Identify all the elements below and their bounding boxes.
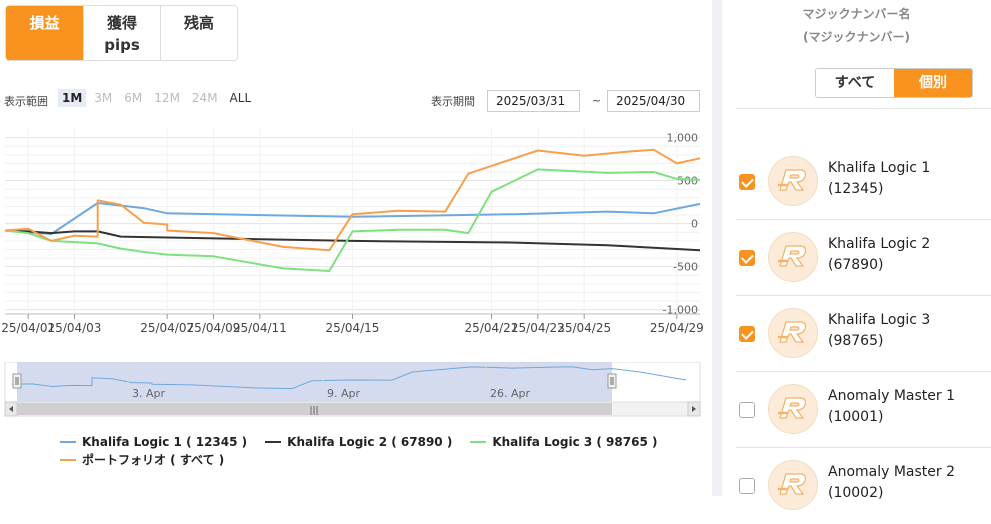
scrollbar-grip: ||| (309, 406, 318, 416)
x-tick-label: 25/04/15 (326, 321, 380, 335)
navigator-right-handle[interactable] (607, 373, 617, 389)
chart-legend: Khalifa Logic 1 ( 12345 ) Khalifa Logic 2… (60, 432, 700, 467)
ea-row[interactable]: Khalifa Logic 3 (98765) (722, 296, 991, 372)
ea-avatar (768, 460, 818, 510)
ea-logo-icon (776, 242, 810, 272)
legend-swatch (470, 441, 487, 443)
navigator-label: 26. Apr (490, 387, 530, 400)
ea-name: Anomaly Master 1 (828, 388, 956, 404)
period-start-input[interactable]: 2025/03/31 (487, 90, 580, 112)
period-separator: ~ (592, 94, 602, 107)
legend-label: Khalifa Logic 3 ( 98765 ) (492, 435, 658, 449)
sidebar-divider (736, 108, 991, 109)
legend-swatch (60, 441, 76, 443)
legend-item-2[interactable]: Khalifa Logic 2 ( 67890 ) (265, 435, 452, 450)
profit-line-chart: 1,0005000-500-1,00025/04/0125/04/03 25/04… (1, 129, 704, 335)
navigator-left-handle[interactable] (12, 373, 22, 389)
navigator-label: 9. Apr (327, 387, 360, 400)
y-tick-label: 0 (691, 218, 698, 231)
ea-number: (10002) (828, 485, 884, 501)
ea-checkbox[interactable] (739, 250, 755, 266)
period-end-input[interactable]: 2025/04/30 (607, 90, 700, 112)
ea-number: (10001) (828, 409, 884, 425)
legend-label: ポートフォリオ ( すべて ) (82, 453, 225, 467)
y-tick-label: 1,000 (667, 132, 699, 145)
legend-label: Khalifa Logic 1 ( 12345 ) (82, 435, 248, 449)
view-toggle: すべて 個別 (815, 68, 973, 98)
metric-tabs: 損益 獲得 pips 残高 (5, 5, 238, 61)
ea-avatar (768, 384, 818, 434)
period-label: 表示期間 (431, 95, 475, 108)
ea-avatar (768, 232, 818, 282)
ea-name: Khalifa Logic 3 (828, 312, 931, 328)
tab-pips[interactable]: 獲得 pips (83, 6, 160, 60)
y-tick-label: -500 (673, 261, 698, 274)
ea-number: (98765) (828, 333, 884, 349)
ea-logo-icon (776, 318, 810, 348)
toggle-individual-button[interactable]: 個別 (894, 69, 972, 97)
ea-logo-icon (776, 394, 810, 424)
ea-name: Khalifa Logic 2 (828, 236, 931, 252)
navigator-label: 3. Apr (132, 387, 165, 400)
ea-checkbox[interactable] (739, 326, 755, 342)
y-tick-label: 500 (677, 175, 698, 188)
x-tick-label: 25/04/11 (233, 321, 287, 335)
ea-row[interactable]: Anomaly Master 1 (10001) (722, 372, 991, 448)
range-1m-button[interactable]: 1M (58, 89, 87, 107)
x-tick-label: 25/04/29 (650, 321, 704, 335)
ea-number: (12345) (828, 181, 884, 197)
ea-checkbox[interactable] (739, 402, 755, 418)
legend-swatch (60, 458, 76, 461)
ea-checkbox[interactable] (739, 174, 755, 190)
range-label: 表示範囲 (4, 95, 48, 108)
legend-item-1[interactable]: Khalifa Logic 1 ( 12345 ) (60, 435, 247, 450)
legend-item-3[interactable]: Khalifa Logic 3 ( 98765 ) (470, 435, 657, 450)
range-12m-button[interactable]: 12M (150, 89, 184, 107)
tab-profit[interactable]: 損益 (6, 6, 83, 60)
x-tick-label: 25/04/25 (557, 321, 611, 335)
ea-name: Anomaly Master 2 (828, 464, 956, 480)
ea-avatar (768, 156, 818, 206)
y-tick-label: -1,000 (663, 304, 698, 317)
legend-swatch (265, 441, 282, 443)
ea-sidebar: マジックナンバー名 (マジックナンバー) すべて 個別 Khalifa Logi… (722, 0, 991, 510)
legend-label: Khalifa Logic 2 ( 67890 ) (287, 435, 453, 449)
ea-row[interactable]: Khalifa Logic 1 (12345) (722, 144, 991, 220)
main-panel: 損益 獲得 pips 残高 表示範囲 1M 3M 6M 12M 24M ALL … (0, 0, 712, 496)
chart-navigator[interactable]: 3. Apr 9. Apr 26. Apr ||| (0, 362, 712, 418)
range-all-button[interactable]: ALL (225, 89, 256, 107)
legend-item-4[interactable]: ポートフォリオ ( すべて ) (60, 452, 224, 467)
ea-logo-icon (776, 166, 810, 196)
range-buttons: 1M 3M 6M 12M 24M ALL (58, 89, 256, 107)
panel-divider (712, 0, 722, 496)
range-24m-button[interactable]: 24M (187, 89, 222, 107)
range-3m-button[interactable]: 3M (90, 89, 117, 107)
ea-name: Khalifa Logic 1 (828, 160, 931, 176)
ea-avatar (768, 308, 818, 358)
sidebar-title: マジックナンバー名 (802, 7, 911, 21)
range-6m-button[interactable]: 6M (120, 89, 147, 107)
ea-row[interactable]: Khalifa Logic 2 (67890) (722, 220, 991, 296)
tab-balance[interactable]: 残高 (160, 6, 237, 60)
sidebar-subtitle: (マジックナンバー) (803, 30, 910, 44)
ea-number: (67890) (828, 257, 884, 273)
toggle-all-button[interactable]: すべて (816, 69, 894, 97)
x-tick-label: 25/04/03 (48, 321, 102, 335)
ea-row[interactable]: Anomaly Master 2 (10002) (722, 448, 991, 524)
ea-checkbox[interactable] (739, 478, 755, 494)
